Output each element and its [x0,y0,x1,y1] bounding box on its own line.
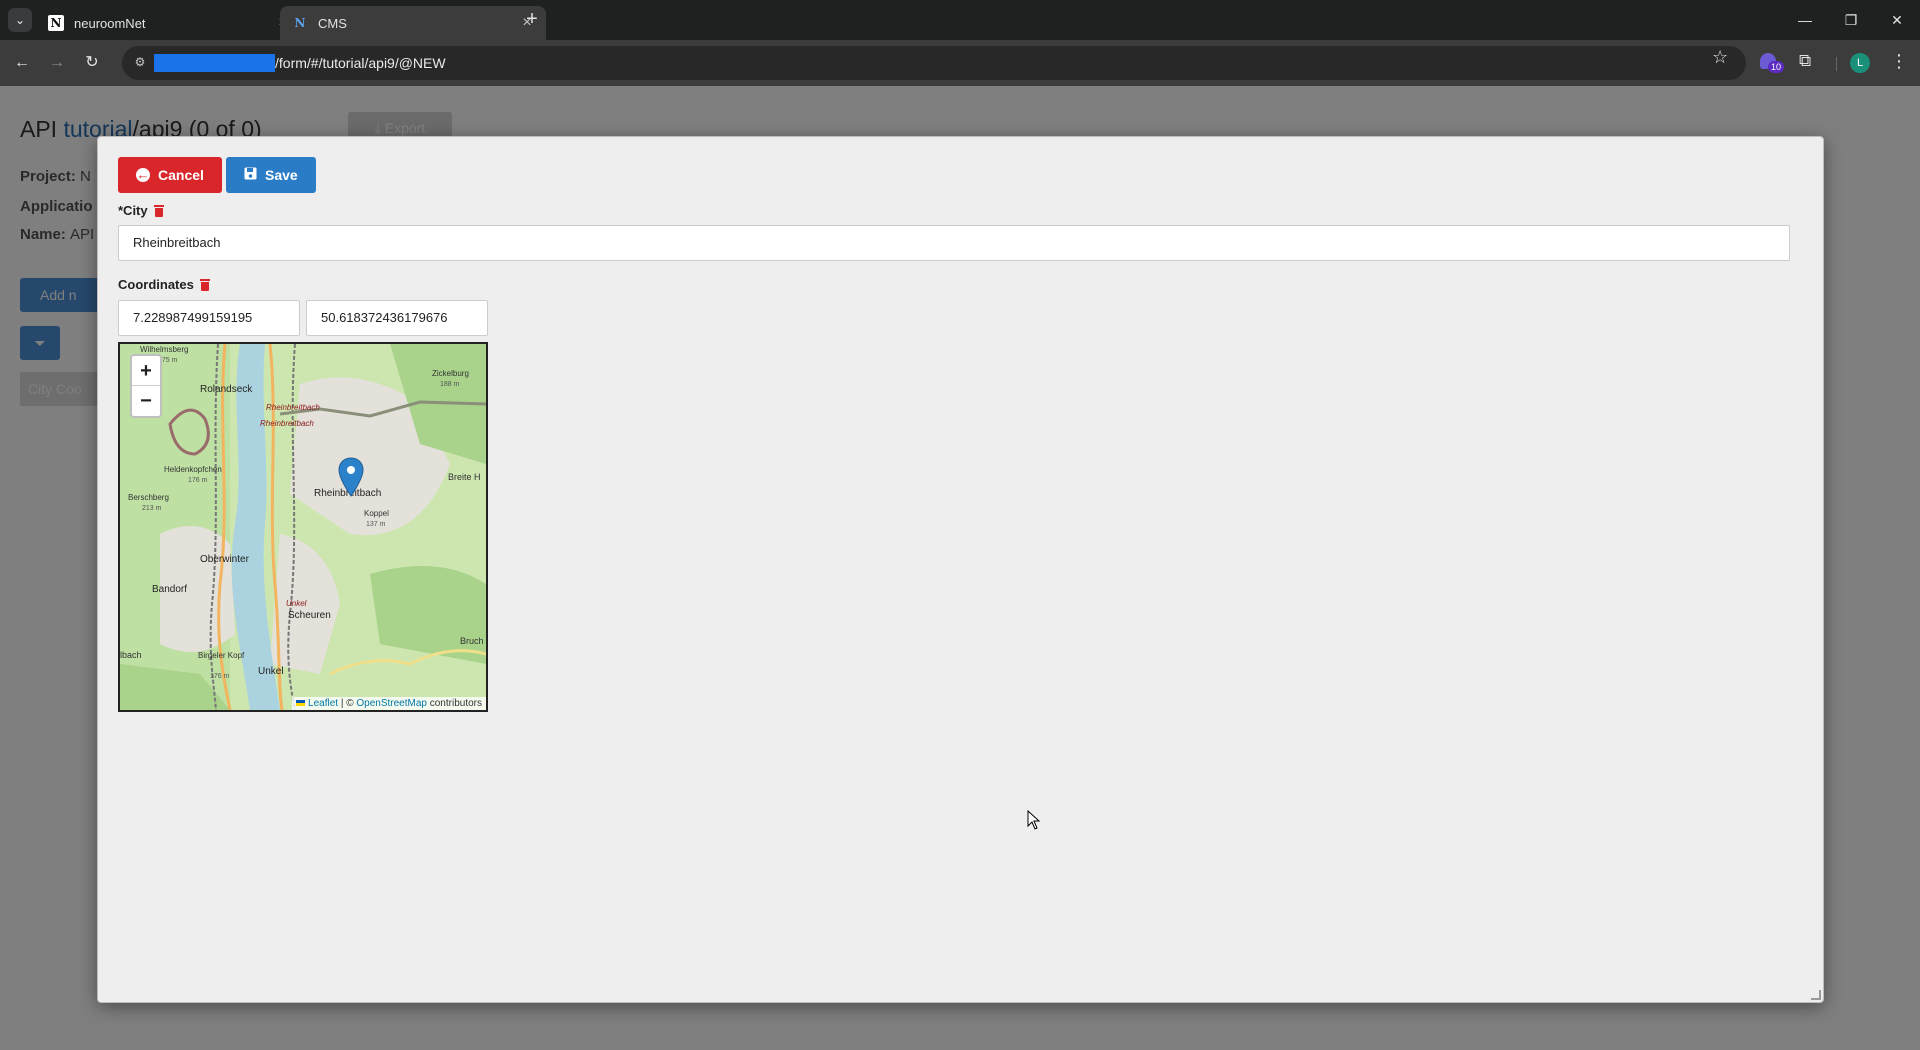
cancel-arrow-icon: ← [136,167,150,182]
address-bar[interactable]: ⚙ /form/#/tutorial/api9/@NEW [122,46,1746,80]
map-place-label: lbach [120,650,142,660]
browser-tab-cms[interactable]: N CMS × [280,6,546,40]
extension-badge: 10 [1768,61,1785,73]
toolbar-divider [1836,57,1837,71]
map-attribution: Leaflet | © OpenStreetMap contributors [292,697,486,710]
map-place-label: Bandorf [152,584,187,595]
map-tiles: Wilhelmsberg 175 m Rolandseck Rheinbreit… [120,344,486,710]
floppy-disk-icon [244,167,257,183]
map-place-label: Wilhelmsberg [140,345,188,354]
delete-city-trash-icon[interactable] [153,204,164,217]
zoom-control: + − [130,354,162,418]
map-place-label: Rheinbreitbach [266,403,320,412]
tab-title: CMS [318,15,347,31]
location-map[interactable]: Wilhelmsberg 175 m Rolandseck Rheinbreit… [118,342,488,712]
window-restore-icon[interactable]: ❐ [1828,0,1874,40]
map-place-label: Unkel [286,599,307,608]
coordinates-label: Coordinates [118,277,210,292]
forward-arrow-icon[interactable]: → [45,51,69,75]
map-elevation-label: 176 m [188,477,208,484]
longitude-input[interactable]: 7.228987499159195 [118,300,300,336]
map-place-label: Rolandseck [200,384,253,395]
browser-toolbar: ← → ↻ ⚙ /form/#/tutorial/api9/@NEW ☆ 10 … [0,40,1920,86]
map-elevation-label: 176 m [210,673,230,680]
site-info-icon[interactable]: ⚙ [132,55,148,71]
window-close-icon[interactable]: ✕ [1874,0,1920,40]
map-place-label: Rheinbreitbach [260,419,314,428]
map-elevation-label: 213 m [142,505,162,512]
map-place-label: Zickelburg [432,369,469,378]
tab-title: neuroomNet [74,15,146,31]
save-button[interactable]: Save [226,157,316,193]
city-label: *City [118,203,164,218]
extensions-puzzle-icon[interactable]: ⧉ [1799,51,1811,71]
ukraine-flag-icon [296,700,306,707]
location-pin-icon[interactable] [338,457,364,497]
new-tab-plus-icon[interactable]: + [520,8,544,32]
map-place-label: Unkel [258,666,284,677]
url-host-redacted [154,54,275,72]
map-place-label: Birgeler Kopf [198,651,245,660]
latitude-input[interactable]: 50.618372436179676 [306,300,488,336]
browser-menu-icon[interactable]: ⋮ [1890,51,1908,72]
map-place-label: Bruch [460,636,484,646]
map-place-label: Koppel [364,509,389,518]
map-place-label: Oberwinter [200,554,250,565]
cancel-button[interactable]: ← Cancel [118,157,222,193]
cms-favicon-icon: N [294,16,306,30]
resize-grip-icon[interactable] [1811,990,1821,1000]
reload-icon[interactable]: ↻ [80,51,104,75]
leaflet-link[interactable]: Leaflet [308,698,338,709]
delete-coordinates-trash-icon[interactable] [199,278,210,291]
bookmark-star-icon[interactable]: ☆ [1712,47,1728,68]
url-path: /form/#/tutorial/api9/@NEW [275,55,446,71]
back-arrow-icon[interactable]: ← [10,51,34,75]
map-place-label: Berschberg [128,493,169,502]
map-elevation-label: 188 m [440,381,460,388]
city-input[interactable]: Rheinbreitbach [118,225,1790,261]
map-place-label: Scheuren [288,610,331,621]
extension-ghost-icon[interactable]: 10 [1760,51,1785,73]
profile-avatar[interactable]: L [1850,53,1870,73]
zoom-in-button[interactable]: + [132,356,160,386]
tab-search-chevron-icon[interactable]: ⌄ [8,8,32,32]
map-elevation-label: 137 m [366,521,386,528]
browser-tab-strip: ⌄ N neuroomNet × N CMS × + — ❐ ✕ [0,0,1920,40]
neuroomnet-favicon-icon: N [48,15,64,31]
zoom-out-button[interactable]: − [132,386,160,416]
openstreetmap-link[interactable]: OpenStreetMap [356,698,427,709]
map-place-label: Heldenkopfchen [164,465,222,474]
map-place-label: Breite H [448,472,481,482]
mouse-pointer-icon [1027,809,1041,830]
edit-dialog: ← Cancel Save *City Rheinbreitbach Coord… [97,136,1824,1003]
browser-tab-neuroomnet[interactable]: N neuroomNet × [36,6,302,40]
window-minimize-icon[interactable]: — [1782,0,1828,40]
